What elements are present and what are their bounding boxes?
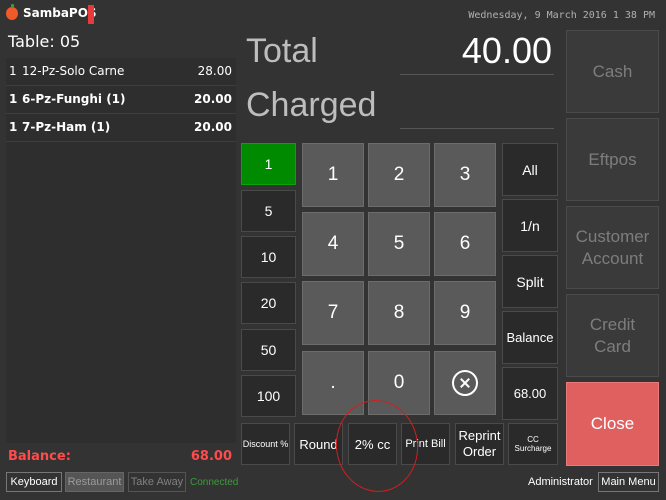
- charged-divider: [400, 128, 554, 129]
- amount-1-button[interactable]: 1: [241, 143, 296, 185]
- order-qty: 1: [9, 120, 18, 134]
- order-line[interactable]: 1 6-Pz-Funghi (1) 20.00: [6, 86, 236, 114]
- user-name: Administrator: [528, 476, 593, 488]
- key-2[interactable]: 2: [368, 143, 430, 207]
- total-value: 40.00: [461, 30, 552, 71]
- main-menu-button[interactable]: Main Menu: [598, 472, 659, 492]
- order-qty: 1: [9, 64, 17, 78]
- cc-surcharge-button[interactable]: CC Surcharge: [508, 423, 558, 465]
- clear-icon: [452, 370, 478, 396]
- order-line[interactable]: 1 7-Pz-Ham (1) 20.00: [6, 114, 236, 142]
- amount-20-button[interactable]: 20: [241, 282, 296, 324]
- close-button[interactable]: Close: [566, 382, 659, 466]
- order-line[interactable]: 1 12-Pz-Solo Carne 28.00: [6, 58, 236, 86]
- round-button[interactable]: Round: [294, 423, 343, 465]
- credit-line-1: Credit: [589, 314, 636, 334]
- keyboard-button[interactable]: Keyboard: [6, 472, 62, 492]
- credit-card-button[interactable]: Credit Card: [566, 294, 659, 377]
- key-1[interactable]: 1: [302, 143, 364, 207]
- takeaway-button[interactable]: Take Away: [128, 472, 186, 492]
- customer-line-2: Account: [581, 248, 644, 268]
- split-button[interactable]: Split: [502, 255, 558, 308]
- order-qty: 1: [9, 92, 18, 106]
- logo-bar: [88, 5, 94, 24]
- key-0[interactable]: 0: [368, 351, 430, 415]
- key-5[interactable]: 5: [368, 212, 430, 276]
- samba-logo-icon: [6, 4, 18, 20]
- key-8[interactable]: 8: [368, 281, 430, 345]
- amount-10-button[interactable]: 10: [241, 236, 296, 278]
- cc-2-percent-button[interactable]: 2% cc: [348, 423, 397, 465]
- balance-label: Balance:: [8, 449, 71, 464]
- key-9[interactable]: 9: [434, 281, 496, 345]
- charged-label: Charged: [246, 86, 377, 124]
- key-dot[interactable]: .: [302, 351, 364, 415]
- split-n-button[interactable]: 1/n: [502, 199, 558, 252]
- cash-button[interactable]: Cash: [566, 30, 659, 113]
- balance-button[interactable]: Balance: [502, 311, 558, 364]
- key-3[interactable]: 3: [434, 143, 496, 207]
- order-price: 20.00: [194, 120, 232, 134]
- amount-50-button[interactable]: 50: [241, 329, 296, 371]
- order-name: 12-Pz-Solo Carne: [22, 64, 125, 78]
- order-price: 20.00: [194, 92, 232, 106]
- customer-line-1: Customer: [575, 226, 650, 246]
- clear-button[interactable]: [434, 351, 496, 415]
- order-price: 28.00: [197, 64, 232, 78]
- key-6[interactable]: 6: [434, 212, 496, 276]
- eftpos-button[interactable]: Eftpos: [566, 118, 659, 201]
- table-title: Table: 05: [8, 32, 81, 51]
- total-label: Total: [246, 32, 318, 70]
- datetime: Wednesday, 9 March 2016 1 38 PM: [468, 10, 655, 21]
- print-bill-button[interactable]: Print Bill: [401, 423, 450, 465]
- discount-button[interactable]: Discount %: [241, 423, 290, 465]
- balance-value: 68.00: [190, 449, 232, 464]
- order-name: 7-Pz-Ham (1): [22, 120, 111, 134]
- customer-account-button[interactable]: Customer Account: [566, 206, 659, 289]
- reprint-order-button[interactable]: Reprint Order: [455, 423, 504, 465]
- app-name: SambaPOS: [23, 6, 97, 20]
- amount-100-button[interactable]: 100: [241, 375, 296, 417]
- credit-line-2: Card: [594, 336, 631, 356]
- key-4[interactable]: 4: [302, 212, 364, 276]
- key-7[interactable]: 7: [302, 281, 364, 345]
- reprint-line-1: Reprint: [458, 428, 501, 443]
- reprint-line-2: Order: [462, 444, 497, 459]
- total-divider: [400, 74, 554, 75]
- restaurant-button[interactable]: Restaurant: [65, 472, 124, 492]
- connection-status: Connected: [190, 477, 239, 488]
- pay-all-button[interactable]: All: [502, 143, 558, 196]
- order-name: 6-Pz-Funghi (1): [22, 92, 126, 106]
- remaining-amount-button[interactable]: 68.00: [502, 367, 558, 420]
- amount-5-button[interactable]: 5: [241, 190, 296, 232]
- order-list[interactable]: 1 12-Pz-Solo Carne 28.00 1 6-Pz-Funghi (…: [6, 58, 236, 443]
